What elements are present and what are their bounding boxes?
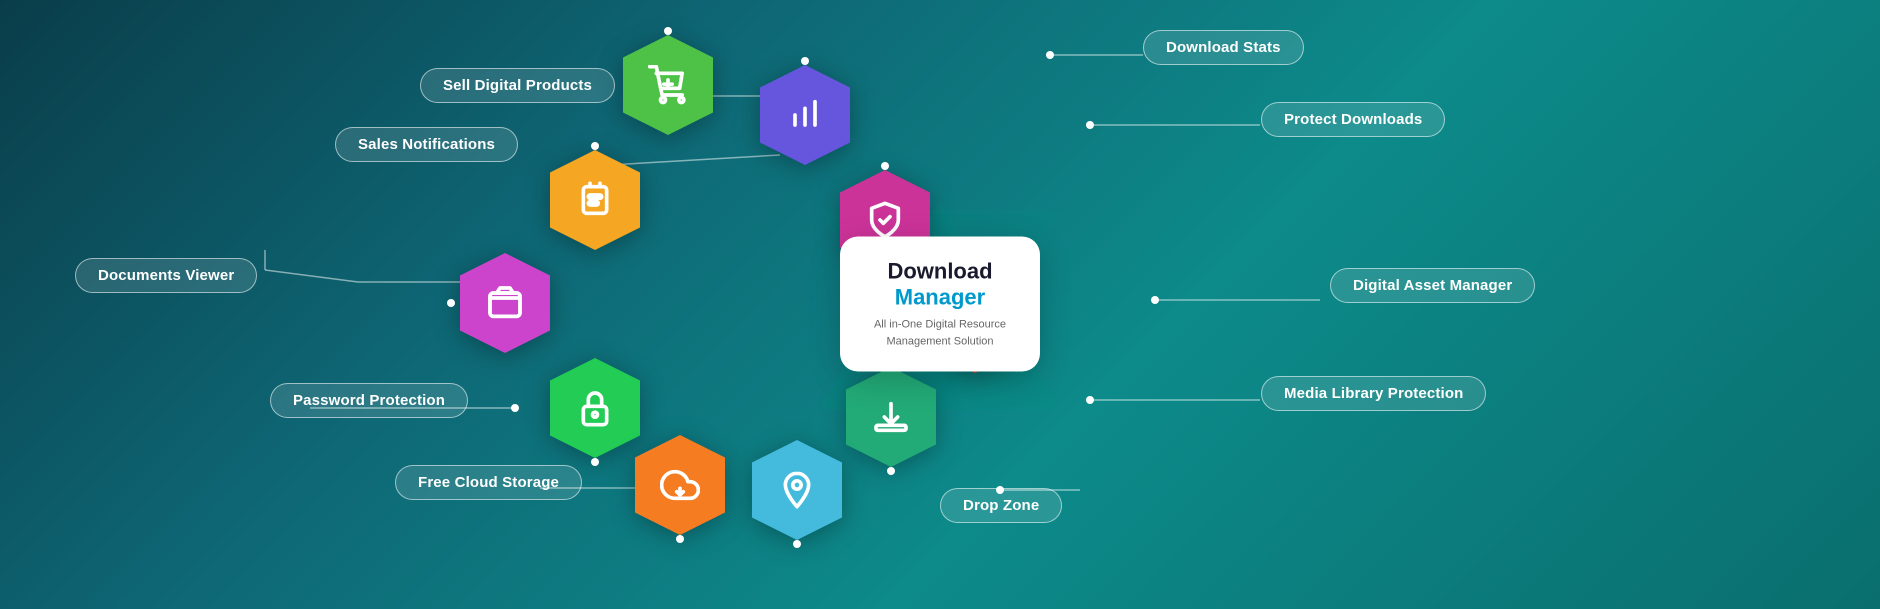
- hex-download: [836, 362, 946, 472]
- hex-cloud: [625, 430, 735, 540]
- hex-layers: [540, 145, 650, 255]
- hex-cart: [613, 30, 723, 140]
- label-free-cloud-storage: Free Cloud Storage: [395, 465, 582, 500]
- title-blue: Manager: [895, 285, 985, 310]
- title-black: Download: [887, 259, 992, 284]
- center-card: Download Manager All in-One Digital Reso…: [840, 237, 1040, 372]
- label-sales-notifications: Sales Notifications: [335, 127, 518, 162]
- label-drop-zone: Drop Zone: [940, 488, 1062, 523]
- label-sell-digital: Sell Digital Products: [420, 68, 615, 103]
- label-download-stats: Download Stats: [1143, 30, 1304, 65]
- hex-folder: [450, 248, 560, 358]
- label-documents-viewer: Documents Viewer: [75, 258, 257, 293]
- label-media-library: Media Library Protection: [1261, 376, 1486, 411]
- hex-stats: [750, 60, 860, 170]
- subtitle-text: All in-One Digital Resource Management S…: [870, 317, 1010, 350]
- background: Download Manager All in-One Digital Reso…: [0, 0, 1880, 609]
- label-protect-downloads: Protect Downloads: [1261, 102, 1445, 137]
- label-password-protection: Password Protection: [270, 383, 468, 418]
- label-digital-asset: Digital Asset Manager: [1330, 268, 1535, 303]
- hex-dropzone: [742, 435, 852, 545]
